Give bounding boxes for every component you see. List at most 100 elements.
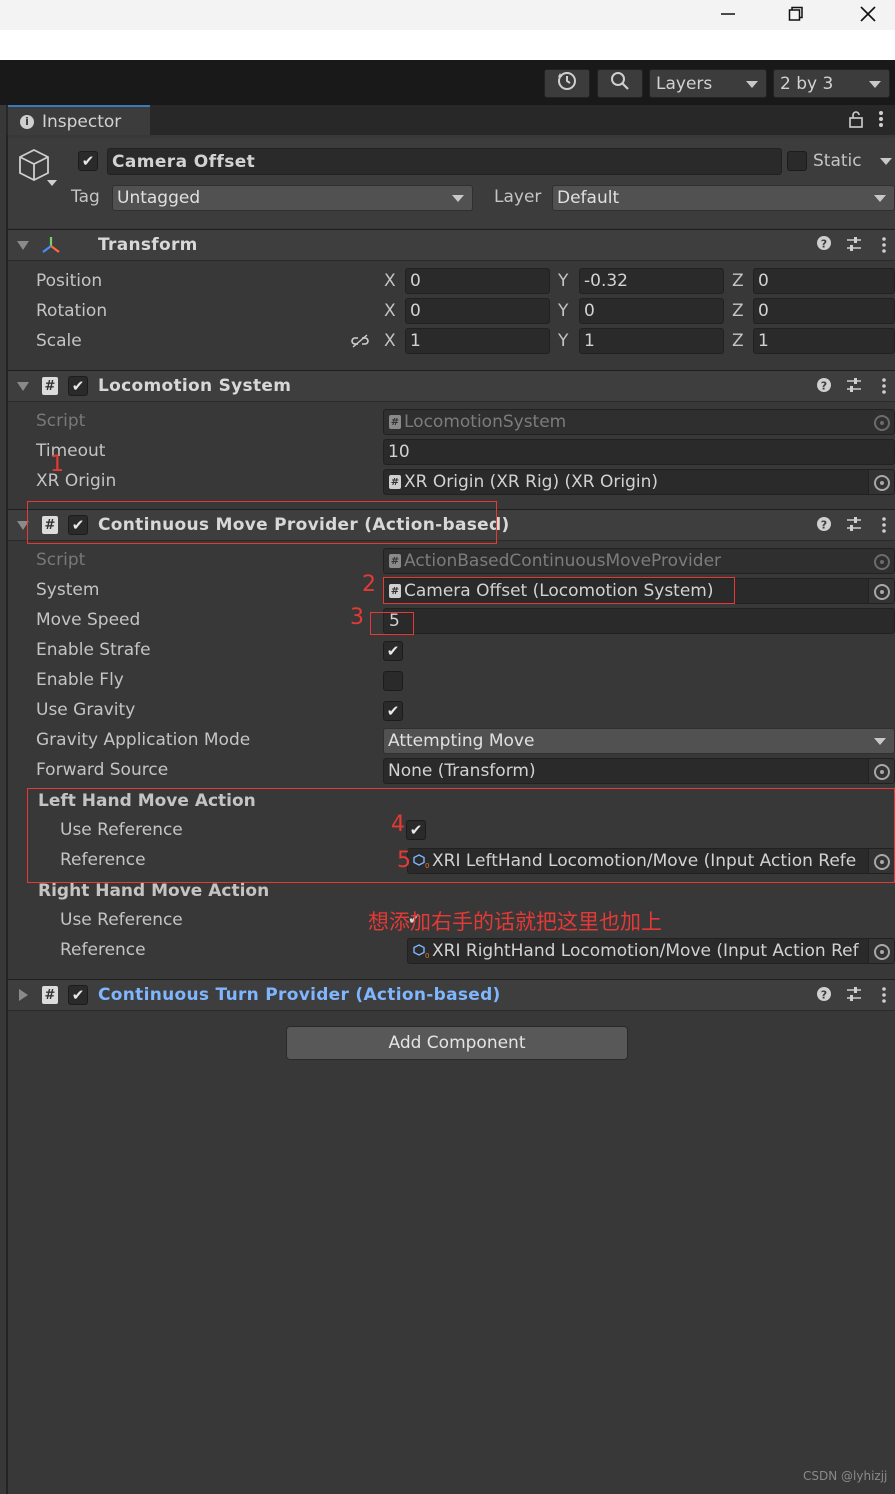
chevron-down-icon[interactable] (47, 180, 57, 186)
rotation-x-field[interactable]: 0 (405, 298, 550, 324)
right-hand-move-header[interactable]: Right Hand Move Action (38, 881, 269, 901)
position-label: Position (36, 271, 103, 291)
static-dropdown-icon[interactable] (880, 158, 892, 165)
layers-label: Layers (656, 73, 713, 94)
chevron-down-icon (452, 195, 464, 202)
use-gravity-checkbox[interactable]: ✔ (383, 701, 403, 721)
xr-origin-field[interactable]: # XR Origin (XR Rig) (XR Origin) (383, 469, 895, 495)
kebab-menu-icon[interactable] (881, 516, 887, 539)
help-icon[interactable]: ? (816, 235, 832, 255)
object-picker-icon[interactable] (874, 475, 890, 491)
tab-label: Inspector (42, 111, 122, 132)
forward-source-value: None (Transform) (388, 761, 536, 781)
help-icon[interactable]: ? (816, 986, 832, 1007)
layer-value: Default (557, 188, 620, 208)
layers-dropdown[interactable]: Layers (649, 69, 767, 98)
locomotion-enabled-checkbox[interactable]: ✔ (68, 376, 88, 396)
move-speed-label: Move Speed (36, 610, 141, 630)
right-use-reference-label: Use Reference (60, 910, 183, 930)
use-gravity-label: Use Gravity (36, 700, 136, 720)
axis-z-label[interactable]: Z (732, 301, 744, 321)
static-checkbox[interactable] (787, 151, 807, 171)
axis-y-label[interactable]: Y (558, 301, 568, 321)
tag-label: Tag (71, 187, 100, 207)
history-icon (556, 70, 578, 97)
layer-dropdown[interactable]: Default (552, 185, 895, 211)
forward-source-field[interactable]: None (Transform) (383, 758, 895, 784)
turn-provider-enabled-checkbox[interactable]: ✔ (68, 985, 88, 1005)
lock-icon[interactable] (849, 110, 863, 133)
constrain-proportions-icon[interactable] (350, 333, 370, 354)
scale-y-field[interactable]: 1 (579, 328, 724, 354)
enable-fly-label: Enable Fly (36, 670, 124, 690)
xr-origin-label: XR Origin (36, 471, 117, 491)
presets-icon[interactable] (845, 377, 863, 398)
tab-inspector[interactable]: i Inspector (8, 105, 150, 136)
right-reference-field[interactable]: 0 XRI RightHand Locomotion/Move (Input A… (407, 938, 895, 964)
timeout-field[interactable]: 10 (383, 439, 895, 465)
tag-dropdown[interactable]: Untagged (112, 185, 473, 211)
axis-z-label[interactable]: Z (732, 271, 744, 291)
svg-text:?: ? (821, 380, 827, 393)
rotation-y-field[interactable]: 0 (579, 298, 724, 324)
svg-text:?: ? (821, 238, 827, 251)
object-picker-icon[interactable] (874, 944, 890, 960)
foldout-collapsed-icon[interactable] (19, 989, 28, 1001)
scale-z-field[interactable]: 1 (753, 328, 895, 354)
search-button[interactable] (597, 69, 643, 98)
search-icon (609, 70, 631, 97)
axis-x-label[interactable]: X (384, 271, 396, 291)
help-icon[interactable]: ? (816, 516, 832, 537)
axis-z-label[interactable]: Z (732, 331, 744, 351)
position-y-field[interactable]: -0.32 (579, 268, 724, 294)
static-label: Static (813, 151, 862, 171)
object-picker-icon (874, 554, 890, 570)
locomotion-script-field: # LocomotionSystem (383, 409, 895, 435)
scale-x-field[interactable]: 1 (405, 328, 550, 354)
move-speed-field[interactable]: 5 (383, 608, 895, 634)
kebab-menu-icon[interactable] (881, 236, 887, 259)
object-picker-icon[interactable] (874, 764, 890, 780)
gravity-mode-dropdown[interactable]: Attempting Move (383, 728, 895, 754)
position-z-field[interactable]: 0 (753, 268, 895, 294)
scale-label: Scale (36, 331, 82, 351)
annotation-number-2: 2 (362, 572, 376, 597)
add-component-button[interactable]: Add Component (286, 1026, 628, 1060)
object-picker-icon[interactable] (874, 584, 890, 600)
help-icon[interactable]: ? (816, 377, 832, 398)
annotation-number-3: 3 (350, 605, 364, 630)
annotation-number-1: 1 (50, 452, 64, 477)
foldout-expanded-icon[interactable] (17, 382, 29, 391)
foldout-expanded-icon[interactable] (17, 241, 29, 250)
locomotion-script-label: Script (36, 411, 86, 431)
enable-fly-checkbox[interactable] (383, 671, 403, 691)
presets-icon[interactable] (845, 236, 863, 257)
kebab-menu-icon[interactable] (881, 377, 887, 400)
kebab-menu-icon[interactable] (881, 986, 887, 1009)
svg-text:?: ? (821, 519, 827, 532)
presets-icon[interactable] (845, 516, 863, 537)
svg-text:?: ? (821, 989, 827, 1002)
position-x-field[interactable]: 0 (405, 268, 550, 294)
annotation-number-4: 4 (391, 812, 405, 837)
rotation-z-field[interactable]: 0 (753, 298, 895, 324)
right-reference-label: Reference (60, 940, 146, 960)
minimize-icon[interactable] (705, 0, 751, 28)
axis-y-label[interactable]: Y (558, 331, 568, 351)
history-button[interactable] (544, 69, 590, 98)
layout-dropdown[interactable]: 2 by 3 (773, 69, 890, 98)
axis-y-label[interactable]: Y (558, 271, 568, 291)
restore-icon[interactable] (773, 0, 819, 28)
kebab-menu-icon[interactable] (878, 110, 884, 133)
enable-strafe-checkbox[interactable]: ✔ (383, 641, 403, 661)
axis-x-label[interactable]: X (384, 301, 396, 321)
script-icon: # (389, 554, 401, 568)
chevron-down-icon (874, 738, 886, 745)
tag-value: Untagged (117, 188, 201, 208)
move-script-value: ActionBasedContinuousMoveProvider (404, 551, 722, 571)
gameobject-active-checkbox[interactable]: ✔ (78, 151, 98, 171)
presets-icon[interactable] (845, 986, 863, 1007)
gameobject-name-field[interactable]: Camera Offset (107, 148, 782, 175)
close-icon[interactable] (845, 0, 891, 28)
axis-x-label[interactable]: X (384, 331, 396, 351)
